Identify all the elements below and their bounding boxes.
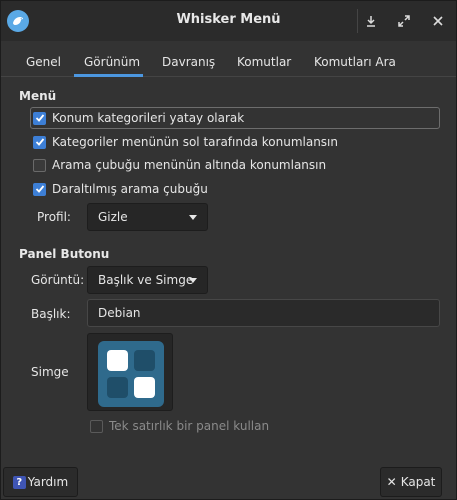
settings-window: Whisker Menü Genel Görünüm Davranış Komu…	[0, 0, 457, 500]
help-button[interactable]: ? Yardım	[3, 467, 78, 497]
tab-bar: Genel Görünüm Davranış Komutlar Komutlar…	[1, 43, 456, 77]
display-dropdown[interactable]: Başlık ve Simge	[87, 266, 208, 294]
option-search-bottom[interactable]: Arama çubuğu menünün altında konumlansın	[33, 158, 326, 172]
close-button-label: Kapat	[400, 475, 436, 489]
profile-label: Profil:	[37, 210, 71, 224]
profile-value: Gizle	[98, 210, 128, 224]
download-arrow-icon[interactable]	[359, 9, 383, 33]
option-label: Kategoriler menünün sol tarafında konuml…	[52, 135, 338, 149]
menu-section-title: Menü	[19, 89, 57, 103]
chevron-down-icon	[189, 215, 197, 220]
tab-gorunum[interactable]: Görünüm	[84, 55, 140, 69]
option-label: Arama çubuğu menünün altında konumlansın	[52, 158, 327, 172]
title-input-value: Debian	[98, 306, 141, 320]
help-icon: ?	[12, 475, 26, 489]
profile-dropdown[interactable]: Gizle	[87, 203, 208, 231]
option-label: Tek satırlık bir panel kullan	[109, 419, 270, 433]
tab-genel[interactable]: Genel	[26, 55, 61, 69]
grid-square	[107, 377, 128, 398]
title-input[interactable]: Debian	[87, 299, 440, 327]
option-label: Daraltılmış arama çubuğu	[52, 182, 208, 196]
help-button-label: Yardım	[27, 475, 69, 489]
grid-square	[134, 377, 155, 398]
active-tab-indicator	[74, 74, 143, 77]
tab-komutlar[interactable]: Komutlar	[237, 55, 291, 69]
close-button[interactable]: ✕ Kapat	[380, 467, 442, 497]
option-single-row-panel[interactable]: Tek satırlık bir panel kullan	[90, 419, 269, 433]
checkbox-checked[interactable]	[33, 111, 46, 125]
display-value: Başlık ve Simge	[98, 273, 194, 287]
checkbox-unchecked[interactable]	[33, 158, 46, 172]
tab-davranis[interactable]: Davranış	[162, 55, 215, 69]
grid-square	[134, 350, 155, 371]
option-label: Konum kategorileri yatay olarak	[52, 111, 245, 125]
expand-arrows-icon[interactable]	[392, 9, 416, 33]
checkbox-checked[interactable]	[33, 182, 46, 196]
option-categories-left[interactable]: Kategoriler menünün sol tarafında konuml…	[33, 135, 338, 149]
title-label: Başlık:	[31, 307, 71, 321]
grid-square	[107, 350, 128, 371]
chevron-down-icon	[189, 278, 197, 283]
whisker-menu-grid-icon	[98, 341, 164, 407]
titlebar[interactable]: Whisker Menü	[1, 1, 456, 41]
checkbox-unchecked[interactable]	[90, 419, 103, 433]
close-icon[interactable]	[426, 9, 450, 33]
panel-section-title: Panel Butonu	[19, 247, 110, 261]
icon-picker-button[interactable]	[87, 333, 173, 411]
option-collapsed-search[interactable]: Daraltılmış arama çubuğu	[33, 182, 208, 196]
dialog-button-bar: ? Yardım ✕ Kapat	[1, 465, 456, 499]
tab-komutlari-ara[interactable]: Komutları Ara	[314, 55, 396, 69]
display-label: Görüntü:	[31, 273, 85, 287]
window-title: Whisker Menü	[176, 12, 281, 27]
close-x-icon: ✕	[386, 475, 397, 489]
option-horizontal-categories[interactable]: Konum kategorileri yatay olarak	[33, 111, 244, 125]
icon-label: Simge	[31, 365, 69, 379]
checkbox-checked[interactable]	[33, 135, 46, 149]
titlebar-separator	[357, 9, 358, 33]
